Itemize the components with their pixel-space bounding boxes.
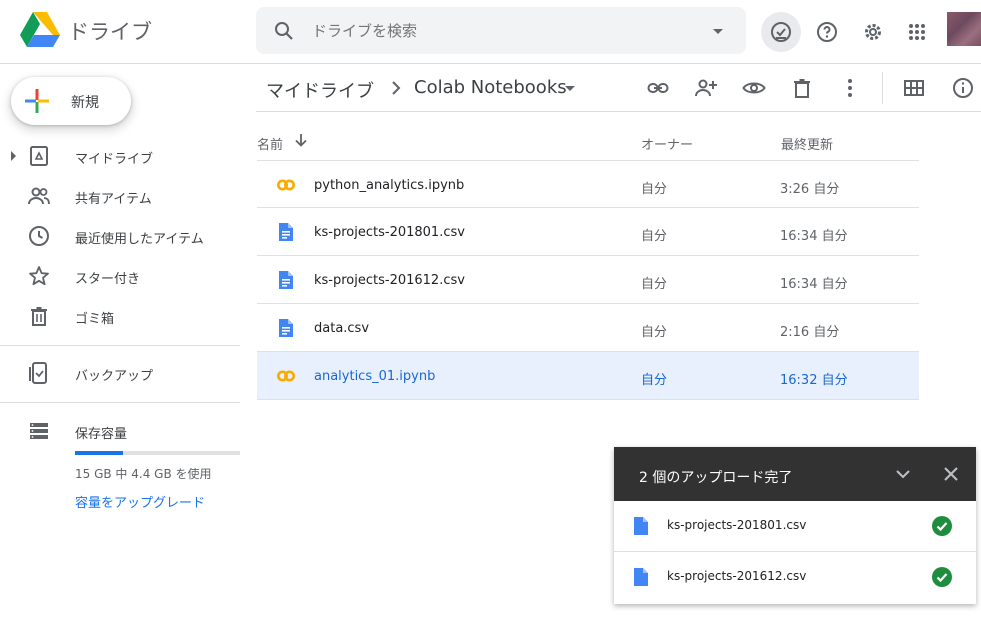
more-actions-icon[interactable]	[837, 75, 863, 101]
toolbar-divider	[882, 72, 883, 104]
file-modified: 16:34 自分	[780, 229, 848, 244]
toolbar-bottom-border	[256, 111, 981, 112]
document-file-icon	[276, 318, 296, 338]
storage-usage-bar	[75, 451, 240, 455]
star-icon	[27, 264, 51, 288]
sidebar-item-label: 保存容量	[75, 427, 128, 442]
collapse-chevron-icon[interactable]	[891, 462, 915, 486]
file-row[interactable]: analytics_01.ipynb 自分 16:32 自分	[257, 352, 919, 400]
new-button[interactable]: 新規	[11, 77, 131, 125]
check-complete-icon	[932, 516, 952, 536]
upload-item[interactable]: ks-projects-201801.csv	[614, 501, 976, 552]
my-drive-icon	[27, 144, 51, 168]
file-row[interactable]: ks-projects-201612.csv 自分 16:34 自分	[257, 256, 919, 304]
drive-logo-icon[interactable]	[20, 12, 60, 48]
file-owner: 自分	[641, 182, 668, 197]
colab-notebook-icon	[276, 175, 296, 195]
breadcrumb-current-folder[interactable]: Colab Notebooks	[414, 77, 567, 98]
upload-panel-header: 2 個のアップロード完了	[614, 447, 976, 501]
sidebar-item-label: 最近使用したアイテム	[75, 232, 204, 247]
file-name: python_analytics.ipynb	[314, 178, 465, 193]
document-file-icon	[634, 517, 648, 535]
upload-item[interactable]: ks-projects-201612.csv	[614, 552, 976, 603]
new-button-label: 新規	[71, 95, 99, 111]
column-header-modified[interactable]: 最終更新	[781, 134, 833, 153]
grid-view-icon[interactable]	[901, 75, 927, 101]
plus-icon	[25, 89, 49, 113]
search-icon[interactable]	[272, 19, 296, 43]
backup-device-icon	[27, 361, 51, 385]
column-header-name[interactable]: 名前	[257, 134, 283, 153]
file-modified: 16:32 自分	[780, 373, 848, 388]
file-name: analytics_01.ipynb	[314, 369, 436, 384]
storage-usage-text: 15 GB 中 4.4 GB を使用	[75, 467, 212, 481]
shared-people-icon	[27, 184, 51, 208]
clock-icon	[27, 224, 51, 248]
sidebar-item-trash[interactable]: ゴミ箱	[0, 298, 240, 334]
file-modified: 3:26 自分	[780, 182, 840, 197]
file-modified: 2:16 自分	[780, 325, 840, 340]
sort-arrow-down-icon[interactable]	[292, 131, 310, 149]
file-modified: 16:34 自分	[780, 277, 848, 292]
storage-usage-fill	[75, 451, 123, 455]
offline-ready-icon[interactable]	[761, 12, 801, 52]
sidebar-item-label: バックアップ	[75, 369, 154, 384]
file-owner: 自分	[641, 325, 668, 340]
folder-menu-dropdown-icon[interactable]	[560, 78, 580, 98]
file-owner: 自分	[641, 373, 668, 388]
search-input[interactable]	[312, 7, 692, 54]
close-icon[interactable]	[939, 462, 963, 486]
file-name: data.csv	[314, 321, 370, 336]
search-options-dropdown-icon[interactable]	[706, 19, 730, 43]
account-avatar[interactable]	[947, 12, 981, 46]
sidebar-item-my-drive[interactable]: マイドライブ	[0, 138, 240, 174]
document-file-icon	[634, 568, 648, 586]
sidebar-item-label: マイドライブ	[75, 152, 154, 167]
sidebar-item-recent[interactable]: 最近使用したアイテム	[0, 218, 240, 254]
file-owner: 自分	[641, 277, 668, 292]
settings-gear-icon[interactable]	[853, 12, 893, 52]
document-file-icon	[276, 222, 296, 242]
file-name: ks-projects-201801.csv	[314, 225, 465, 240]
upgrade-storage-link[interactable]: 容量をアップグレード	[75, 492, 205, 511]
check-complete-icon	[932, 567, 952, 587]
storage-stack-icon	[27, 419, 51, 443]
colab-notebook-icon	[276, 366, 296, 386]
delete-trash-icon[interactable]	[789, 75, 815, 101]
column-header-owner: オーナー	[641, 138, 694, 153]
search-box[interactable]	[256, 7, 746, 54]
sidebar-item-storage[interactable]: 保存容量	[0, 413, 240, 449]
get-link-icon[interactable]	[645, 75, 671, 101]
file-row[interactable]: ks-projects-201801.csv 自分 16:34 自分	[257, 208, 919, 256]
upload-item-name: ks-projects-201801.csv	[667, 518, 807, 532]
file-owner: 自分	[641, 229, 668, 244]
file-name: ks-projects-201612.csv	[314, 273, 465, 288]
file-row[interactable]: data.csv 自分 2:16 自分	[257, 304, 919, 352]
trash-icon	[27, 304, 51, 328]
sidebar-divider	[0, 345, 240, 346]
document-file-icon	[276, 270, 296, 290]
details-info-icon[interactable]	[950, 75, 976, 101]
upload-panel-title: 2 個のアップロード完了	[639, 470, 793, 486]
upload-item-name: ks-projects-201612.csv	[667, 569, 807, 583]
sidebar-item-label: ゴミ箱	[75, 312, 115, 327]
sidebar-item-label: スター付き	[75, 272, 141, 287]
app-name[interactable]: ドライブ	[68, 16, 152, 46]
sidebar-divider	[0, 402, 240, 403]
preview-eye-icon[interactable]	[741, 75, 767, 101]
file-row[interactable]: python_analytics.ipynb 自分 3:26 自分	[257, 160, 919, 208]
sidebar-item-backup[interactable]: バックアップ	[0, 355, 240, 391]
breadcrumb-root[interactable]: マイドライブ	[266, 77, 374, 103]
sidebar-item-label: 共有アイテム	[75, 192, 152, 207]
expand-caret-icon[interactable]	[11, 151, 16, 161]
upload-status-panel: 2 個のアップロード完了 ks-projects-201801.csv ks-p…	[614, 447, 976, 604]
sidebar-item-starred[interactable]: スター付き	[0, 258, 240, 294]
apps-grid-icon[interactable]	[897, 12, 937, 52]
share-add-person-icon[interactable]	[693, 75, 719, 101]
help-icon[interactable]	[807, 12, 847, 52]
chevron-right-icon	[386, 78, 406, 98]
top-bar: ドライブ	[0, 0, 981, 64]
sidebar-item-shared[interactable]: 共有アイテム	[0, 178, 240, 214]
